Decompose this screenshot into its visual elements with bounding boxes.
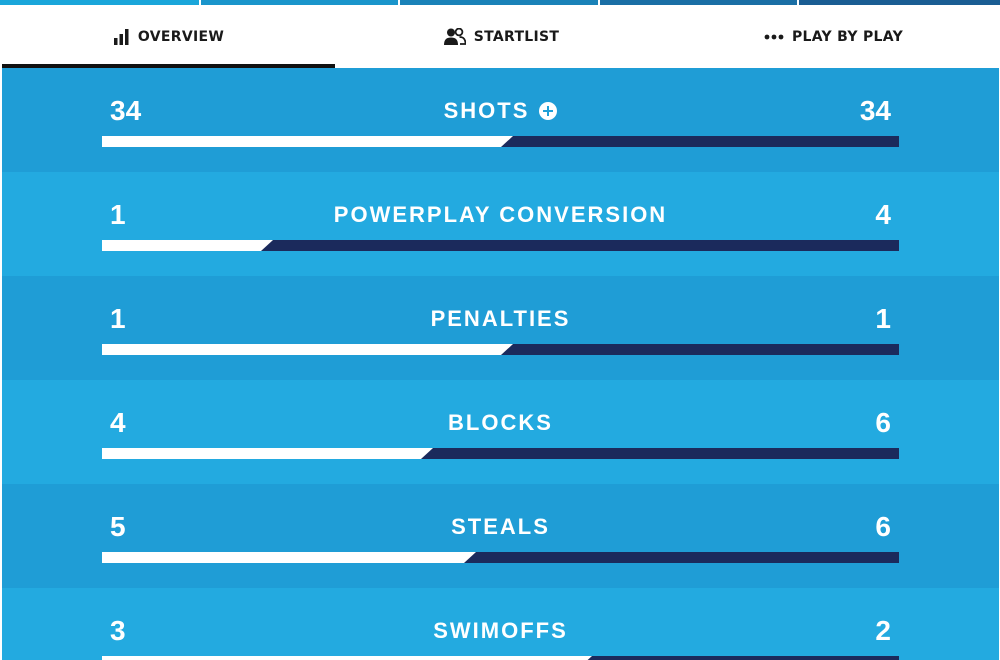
stat-bar-divider (421, 448, 433, 459)
stat-row-powerplay-conversion: 1 POWERPLAY CONVERSION 4 (2, 172, 999, 276)
stat-comparison-bar (102, 448, 899, 459)
stat-label-text: PENALTIES (430, 306, 571, 331)
stat-label-text: BLOCKS (448, 410, 553, 435)
stat-bar-divider (501, 344, 513, 355)
stat-left-value: 34 (110, 95, 142, 126)
stat-label: SWIMOFFS (202, 618, 799, 644)
stat-row-shots: 34 SHOTS 34 (2, 68, 999, 172)
stat-label-text: POWERPLAY CONVERSION (333, 202, 668, 227)
stat-label: STEALS (202, 514, 799, 540)
stat-bar-left-fill (102, 656, 580, 660)
stat-comparison-bar (102, 552, 899, 563)
users-icon (443, 28, 466, 45)
tab-startlist[interactable]: STARTLIST (335, 5, 668, 68)
stat-bar-left-fill (102, 136, 501, 147)
stat-bar-divider (501, 136, 513, 147)
stat-bar-divider (580, 656, 592, 660)
stat-right-value: 6 (875, 407, 891, 438)
stat-bar-left-fill (102, 240, 261, 251)
tab-overview-label: OVERVIEW (137, 28, 225, 45)
stat-label: PENALTIES (202, 306, 799, 332)
stat-right-value: 34 (859, 95, 891, 126)
stat-comparison-bar (102, 136, 899, 147)
stat-left-value: 1 (110, 199, 126, 230)
stat-comparison-bar (102, 240, 899, 251)
stat-label-text: SHOTS (443, 98, 530, 123)
stat-right-value: 4 (875, 199, 891, 230)
stat-bar-left-fill (102, 344, 501, 355)
stat-right-value: 2 (875, 615, 891, 646)
stat-row-penalties: 1 PENALTIES 1 (2, 276, 999, 380)
tab-overview[interactable]: OVERVIEW (2, 5, 335, 68)
match-stats-panel: OVERVIEW STARTLIST PLAY BY PLAY 34 SHOTS… (2, 5, 999, 660)
stat-row-steals: 5 STEALS 6 (2, 484, 999, 588)
bar-chart-icon (113, 29, 129, 45)
stat-row-swimoffs: 3 SWIMOFFS 2 (2, 588, 999, 660)
tab-startlist-label: STARTLIST (473, 28, 560, 45)
tab-play-by-play[interactable]: PLAY BY PLAY (668, 5, 999, 68)
stat-label-text: SWIMOFFS (433, 618, 568, 643)
tab-bar: OVERVIEW STARTLIST PLAY BY PLAY (2, 5, 999, 68)
stat-left-value: 4 (110, 407, 126, 438)
dots-icon (764, 34, 784, 39)
stat-left-value: 5 (110, 511, 126, 542)
stat-bar-divider (464, 552, 476, 563)
stat-label: BLOCKS (202, 410, 799, 436)
stat-comparison-bar (102, 656, 899, 660)
stat-label-text: STEALS (451, 514, 550, 539)
stat-left-value: 1 (110, 303, 126, 334)
stat-left-value: 3 (110, 615, 126, 646)
tab-play-by-play-label: PLAY BY PLAY (791, 28, 904, 45)
stats-list: 34 SHOTS 34 1 POWERPLAY CONVERSION 4 1 P… (2, 68, 999, 660)
stat-right-value: 6 (875, 511, 891, 542)
stat-label: POWERPLAY CONVERSION (202, 202, 799, 228)
stat-right-value: 1 (875, 303, 891, 334)
stat-bar-left-fill (102, 552, 464, 563)
stat-row-blocks: 4 BLOCKS 6 (2, 380, 999, 484)
expand-plus-icon[interactable] (539, 102, 558, 120)
stat-bar-divider (261, 240, 273, 251)
stat-comparison-bar (102, 344, 899, 355)
stat-label: SHOTS (202, 98, 799, 124)
stat-bar-left-fill (102, 448, 421, 459)
